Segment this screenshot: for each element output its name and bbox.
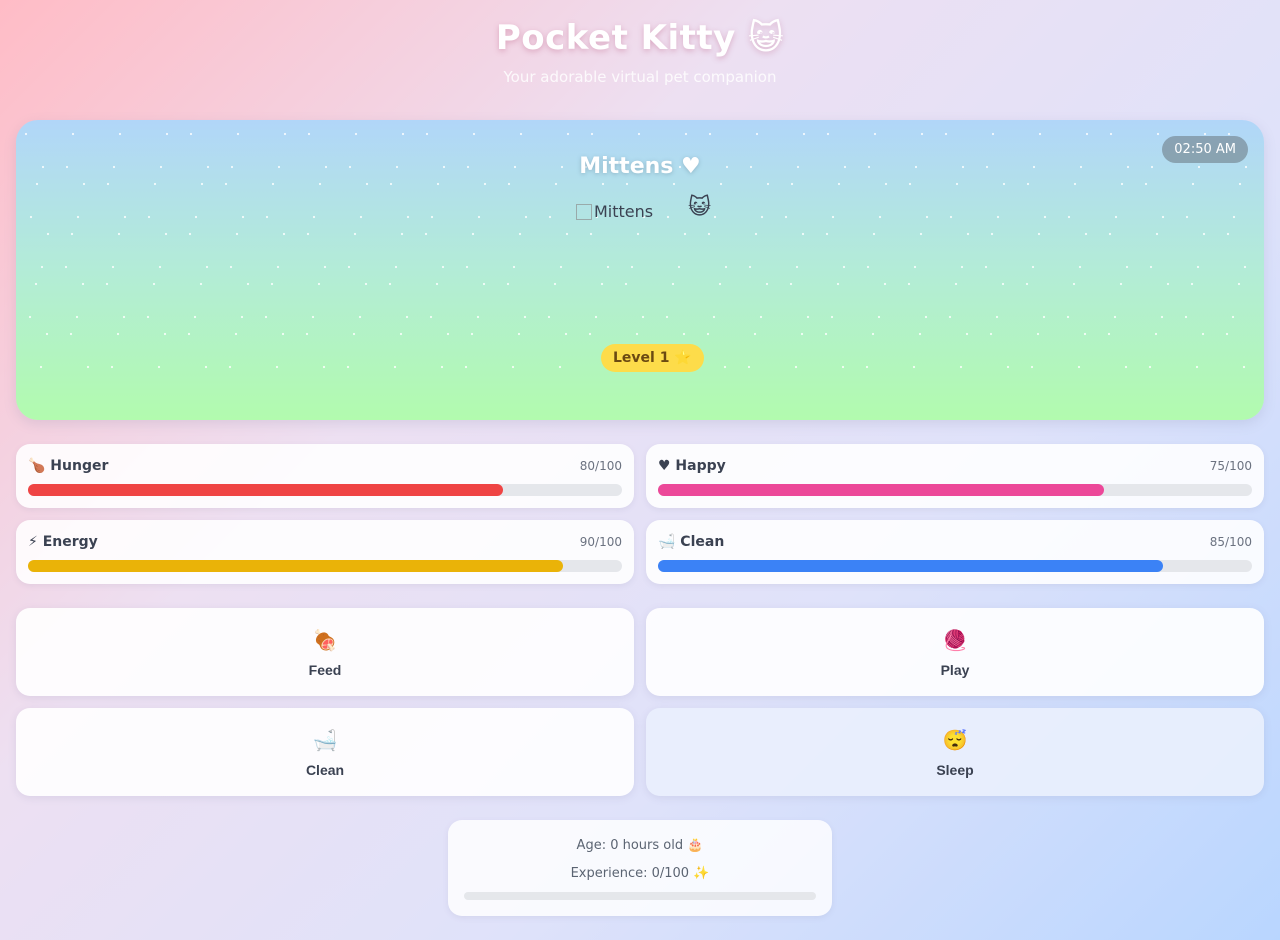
stat-bar-track	[28, 560, 622, 572]
stat-bar-track	[658, 484, 1252, 496]
pet-info-card: Age: 0 hours old 🎂 Experience: 0/100 ✨	[448, 820, 832, 916]
stat-value: 85/100	[1209, 535, 1252, 549]
feed-button[interactable]: 🍖 Feed	[16, 608, 634, 696]
level-badge: Level 1 ⭐	[601, 344, 704, 372]
stat-label: ⚡ Energy	[28, 534, 98, 550]
pet-image[interactable]: Mittens	[576, 202, 653, 221]
stat-card-hunger: 🍗 Hunger 80/100	[16, 444, 634, 508]
stat-card-clean: 🛁 Clean 85/100	[646, 520, 1264, 584]
stat-bar-fill	[658, 560, 1163, 572]
pet-experience: Experience: 0/100 ✨	[570, 866, 710, 881]
yarn-icon: 🧶	[942, 630, 968, 652]
sleeping-face-icon: 😴	[942, 730, 968, 752]
xp-bar-track	[464, 892, 816, 900]
pet-age: Age: 0 hours old 🎂	[576, 838, 704, 853]
stat-value: 75/100	[1209, 459, 1252, 473]
stat-bar-fill	[658, 484, 1104, 496]
bath-icon: 🛁	[312, 730, 338, 752]
stat-value: 80/100	[579, 459, 622, 473]
sleep-button[interactable]: 😴 Sleep	[646, 708, 1264, 796]
stat-value: 90/100	[579, 535, 622, 549]
app-title: Pocket Kitty 😺	[495, 18, 785, 58]
stat-bar-fill	[28, 560, 563, 572]
stat-label: 🍗 Hunger	[28, 458, 109, 474]
stat-card-energy: ⚡ Energy 90/100	[16, 520, 634, 584]
clean-button[interactable]: 🛁 Clean	[16, 708, 634, 796]
food-icon: 🍖	[312, 630, 338, 652]
play-button-label: Play	[940, 662, 970, 678]
pet-image-alt: Mittens	[594, 202, 654, 221]
stat-bar-track	[658, 560, 1252, 572]
stat-bar-track	[28, 484, 622, 496]
broken-image-icon	[576, 203, 592, 220]
sleep-button-label: Sleep	[936, 762, 974, 778]
pet-stage: 02:50 AM Mittens ♥ Mittens 😺 Level 1 ⭐	[16, 120, 1264, 420]
stat-label: 🛁 Clean	[658, 534, 725, 550]
feed-button-label: Feed	[308, 662, 342, 678]
stat-card-happy: ♥ Happy 75/100	[646, 444, 1264, 508]
pet-name: Mittens ♥	[579, 154, 701, 179]
app-subtitle: Your adorable virtual pet companion	[503, 68, 777, 86]
stat-bar-fill	[28, 484, 504, 496]
cat-face-icon: 😺	[688, 195, 711, 220]
play-button[interactable]: 🧶 Play	[646, 608, 1264, 696]
clean-button-label: Clean	[305, 762, 345, 778]
stat-label: ♥ Happy	[658, 458, 726, 474]
header: Pocket Kitty 😺 Your adorable virtual pet…	[0, 18, 1280, 86]
